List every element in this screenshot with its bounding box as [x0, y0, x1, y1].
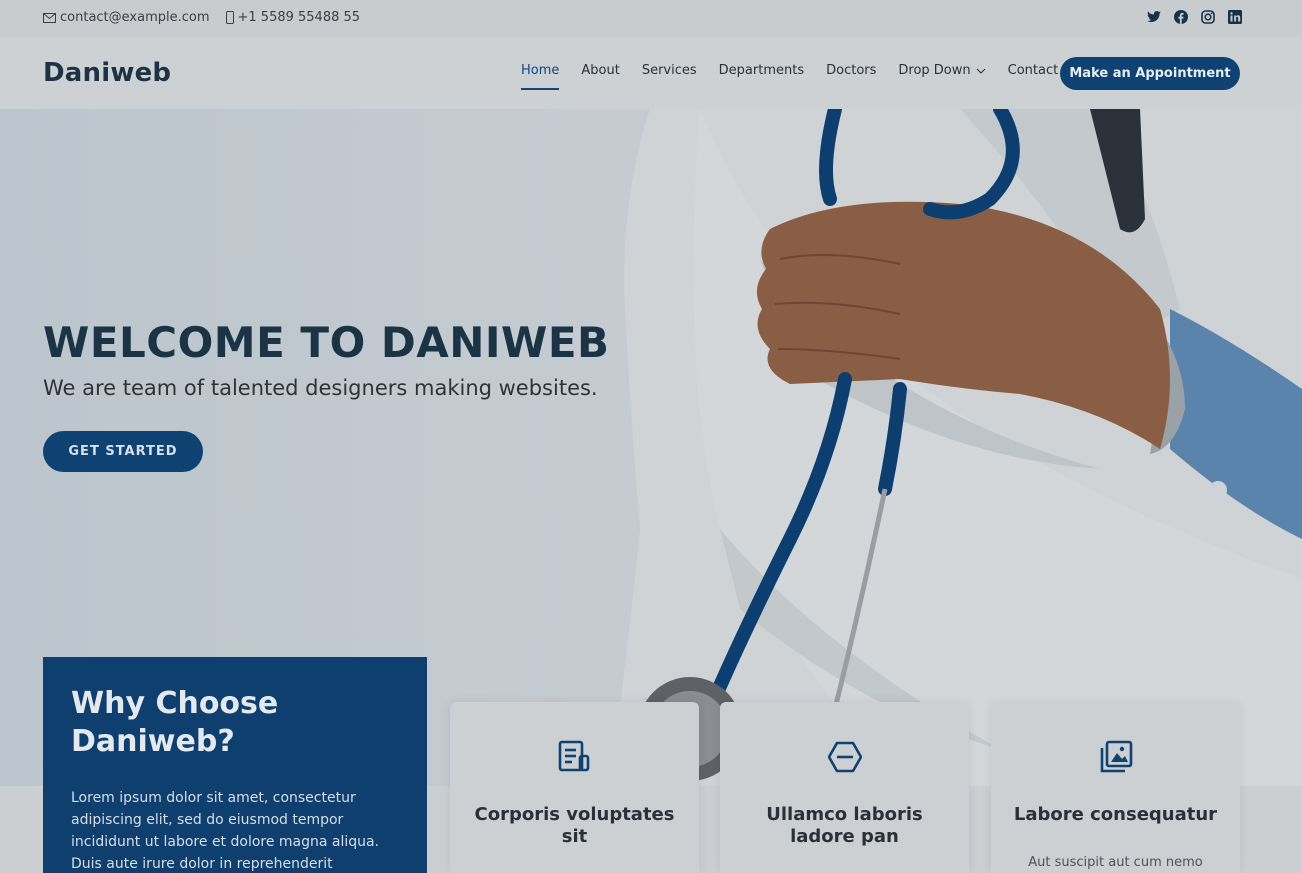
nav-contact[interactable]: Contact	[1008, 63, 1059, 90]
nav-about[interactable]: About	[581, 63, 619, 90]
why-body: Lorem ipsum dolor sit amet, consectetur …	[71, 790, 380, 872]
card-title[interactable]: Corporis voluptates sit	[470, 804, 679, 848]
get-started-button[interactable]: GET STARTED	[43, 431, 203, 472]
card-description: Aut suscipit aut cum nemo	[1028, 855, 1203, 870]
contact-info: contact@example.com +1 5589 55488 55	[43, 10, 360, 25]
card-title[interactable]: Labore consequatur	[1011, 804, 1220, 826]
icon-box-card: Ullamco laboris ladore pan	[720, 702, 969, 873]
why-title: Why Choose Daniweb?	[71, 686, 279, 759]
nav-home[interactable]: Home	[521, 63, 560, 90]
phone-text: +1 5589 55488 55	[237, 10, 361, 25]
main-nav: Home About Services Departments Doctors …	[521, 63, 1058, 90]
chevron-down-icon	[976, 68, 986, 74]
nav-drop-down[interactable]: Drop Down	[898, 63, 986, 90]
nav-doctors[interactable]: Doctors	[826, 63, 876, 90]
why-choose-box: Why Choose Daniweb? Lorem ipsum dolor si…	[43, 657, 427, 873]
document-icon	[558, 740, 589, 772]
nav-services[interactable]: Services	[642, 63, 697, 90]
hero-subtitle: We are team of talented designers making…	[43, 376, 598, 400]
phone-icon	[225, 11, 234, 24]
icon-box-card: Labore consequatur Aut suscipit aut cum …	[991, 702, 1240, 873]
topbar: contact@example.com +1 5589 55488 55	[0, 0, 1302, 37]
logo[interactable]: Daniweb	[43, 58, 171, 88]
twitter-icon[interactable]	[1147, 10, 1161, 24]
hero-title: WELCOME TO DANIWEB	[43, 318, 610, 367]
envelope-icon	[43, 12, 56, 23]
hexagon-icon	[827, 741, 862, 773]
linkedin-icon[interactable]	[1228, 10, 1242, 24]
icon-box-card: Corporis voluptates sit	[450, 702, 699, 873]
images-icon	[1100, 740, 1132, 773]
phone-link[interactable]: +1 5589 55488 55	[225, 10, 361, 25]
site-header: Daniweb Home About Services Departments …	[0, 37, 1302, 109]
nav-drop-down-label: Drop Down	[898, 63, 971, 78]
nav-departments[interactable]: Departments	[719, 63, 804, 90]
email-link[interactable]: contact@example.com	[43, 10, 210, 25]
email-text: contact@example.com	[60, 10, 210, 25]
social-links	[1147, 10, 1242, 24]
card-title[interactable]: Ullamco laboris ladore pan	[740, 804, 949, 848]
instagram-icon[interactable]	[1201, 10, 1215, 24]
appointment-button[interactable]: Make an Appointment	[1060, 57, 1240, 90]
facebook-icon[interactable]	[1174, 10, 1188, 24]
